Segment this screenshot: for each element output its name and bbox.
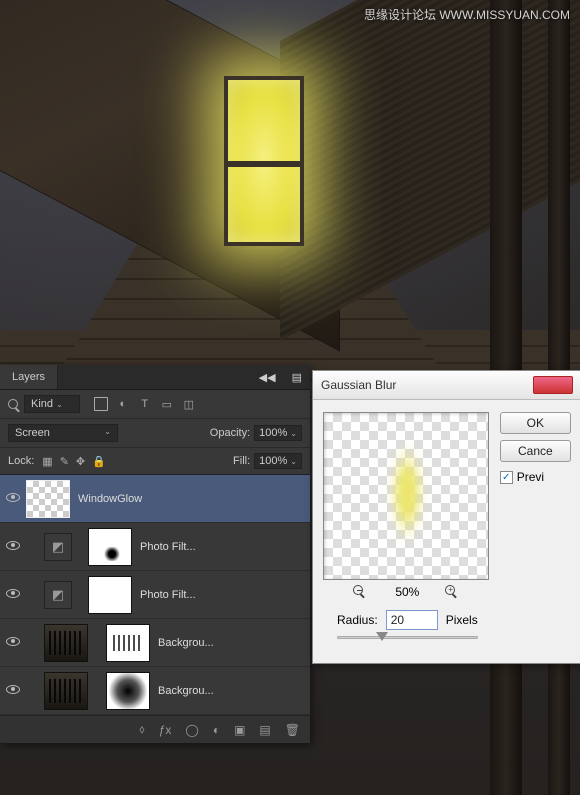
zoom-in-button[interactable] (445, 584, 461, 600)
panel-menu-icon[interactable]: ▤ (284, 367, 310, 388)
chevron-down-icon: ⌄ (56, 400, 63, 409)
close-button[interactable] (533, 376, 573, 394)
watermark: 思缘设计论坛 WWW.MISSYUAN.COM (364, 6, 570, 23)
zoom-value: 50% (395, 585, 419, 599)
filter-kind-label: Kind (31, 398, 53, 410)
layer-name: Backgrou... (158, 637, 214, 649)
layer-row-background[interactable]: Backgrou... (0, 667, 310, 715)
radius-unit: Pixels (446, 613, 478, 627)
chevron-down-icon: ⌄ (104, 427, 111, 439)
radius-label: Radius: (337, 613, 378, 627)
fill-label: Fill: (233, 455, 250, 467)
layer-name: Backgrou... (158, 685, 214, 697)
layer-mask-thumbnail[interactable] (106, 624, 150, 662)
opacity-value: 100% (259, 427, 287, 439)
fill-value: 100% (259, 455, 287, 467)
dialog-title: Gaussian Blur (321, 378, 533, 392)
new-layer-icon[interactable]: ▤ (259, 723, 270, 737)
gaussian-blur-dialog: Gaussian Blur 50% Radius: Pixels (312, 370, 580, 664)
panel-tab-bar: Layers ◀◀ ▤ (0, 365, 310, 390)
layers-panel: Layers ◀◀ ▤ Kind ⌄ ◐ T ▭ ◫ Screen ⌄ Opac… (0, 365, 310, 743)
blend-mode-value: Screen (15, 427, 50, 439)
cancel-button[interactable]: Cance (500, 440, 571, 462)
opacity-label: Opacity: (210, 427, 250, 439)
layer-row-photofilter[interactable]: ◩ Photo Filt... (0, 523, 310, 571)
link-layers-icon[interactable]: ⬨ (139, 722, 144, 737)
layer-row-windowglow[interactable]: WindowGlow (0, 475, 310, 523)
panel-collapse-icon[interactable]: ◀◀ (251, 367, 284, 388)
layer-row-background[interactable]: Backgrou... (0, 619, 310, 667)
adjustment-layer-icon[interactable]: ◐ (213, 723, 220, 737)
blur-preview[interactable] (323, 412, 489, 580)
eye-icon (6, 637, 20, 646)
layer-mask-icon[interactable]: ◯ (185, 723, 198, 737)
layer-mask-thumbnail[interactable] (88, 528, 132, 566)
adjustment-icon[interactable]: ◩ (44, 581, 72, 609)
visibility-toggle[interactable] (0, 493, 26, 505)
preview-content (388, 441, 426, 545)
visibility-toggle[interactable] (0, 685, 26, 697)
chevron-down-icon: ⌄ (290, 429, 297, 438)
layer-name: Photo Filt... (140, 541, 196, 553)
eye-icon (6, 589, 20, 598)
preview-label: Previ (517, 470, 544, 484)
filter-pixel-icon[interactable] (94, 397, 108, 411)
preview-checkbox[interactable]: ✓ (500, 471, 513, 484)
layer-thumbnail[interactable] (44, 672, 88, 710)
visibility-toggle[interactable] (0, 637, 26, 649)
layers-tab[interactable]: Layers (0, 365, 58, 389)
opacity-input[interactable]: 100% ⌄ (254, 425, 302, 441)
group-icon[interactable]: ▣ (234, 723, 245, 737)
layer-thumbnail[interactable] (44, 624, 88, 662)
layer-thumbnail[interactable] (26, 480, 70, 518)
glowing-window (224, 76, 304, 246)
visibility-toggle[interactable] (0, 541, 26, 553)
filter-kind-select[interactable]: Kind ⌄ (24, 395, 80, 413)
slider-thumb-icon[interactable] (376, 632, 388, 641)
search-icon (8, 399, 18, 409)
filter-adjust-icon[interactable]: ◐ (116, 397, 130, 411)
layer-name: WindowGlow (78, 493, 142, 505)
radius-input[interactable] (386, 610, 438, 630)
layer-name: Photo Filt... (140, 589, 196, 601)
radius-slider[interactable] (337, 636, 478, 639)
layer-row-photofilter[interactable]: ◩ Photo Filt... (0, 571, 310, 619)
fill-input[interactable]: 100% ⌄ (254, 453, 302, 469)
delete-layer-icon[interactable]: 🗑 (285, 723, 300, 737)
lock-row: Lock: ▦ ✎ ✥ 🔒 Fill: 100% ⌄ (0, 448, 310, 475)
ok-button[interactable]: OK (500, 412, 571, 434)
lock-transparent-icon[interactable]: ▦ (42, 455, 52, 468)
zoom-in-icon (445, 585, 455, 595)
adjustment-icon[interactable]: ◩ (44, 533, 72, 561)
lock-all-icon[interactable]: 🔒 (92, 455, 106, 468)
filter-shape-icon[interactable]: ▭ (160, 397, 174, 411)
visibility-toggle[interactable] (0, 589, 26, 601)
filter-type-icon[interactable]: T (138, 397, 152, 411)
lock-pixels-icon[interactable]: ✎ (60, 455, 69, 468)
chevron-down-icon: ⌄ (290, 457, 297, 466)
blend-mode-row: Screen ⌄ Opacity: 100% ⌄ (0, 419, 310, 448)
layer-mask-thumbnail[interactable] (106, 672, 150, 710)
layer-filter-row: Kind ⌄ ◐ T ▭ ◫ (0, 390, 310, 419)
dialog-titlebar[interactable]: Gaussian Blur (313, 371, 580, 400)
eye-icon (6, 541, 20, 550)
eye-icon (6, 493, 20, 502)
layer-mask-thumbnail[interactable] (88, 576, 132, 614)
zoom-out-button[interactable] (353, 584, 369, 600)
eye-icon (6, 685, 20, 694)
layers-footer: ⬨ ƒx ◯ ◐ ▣ ▤ 🗑 (0, 715, 310, 743)
zoom-out-icon (353, 585, 363, 595)
filter-smart-icon[interactable]: ◫ (182, 397, 196, 411)
lock-label: Lock: (8, 455, 34, 467)
blend-mode-select[interactable]: Screen ⌄ (8, 424, 118, 442)
layer-fx-icon[interactable]: ƒx (159, 723, 172, 737)
lock-position-icon[interactable]: ✥ (76, 455, 85, 468)
